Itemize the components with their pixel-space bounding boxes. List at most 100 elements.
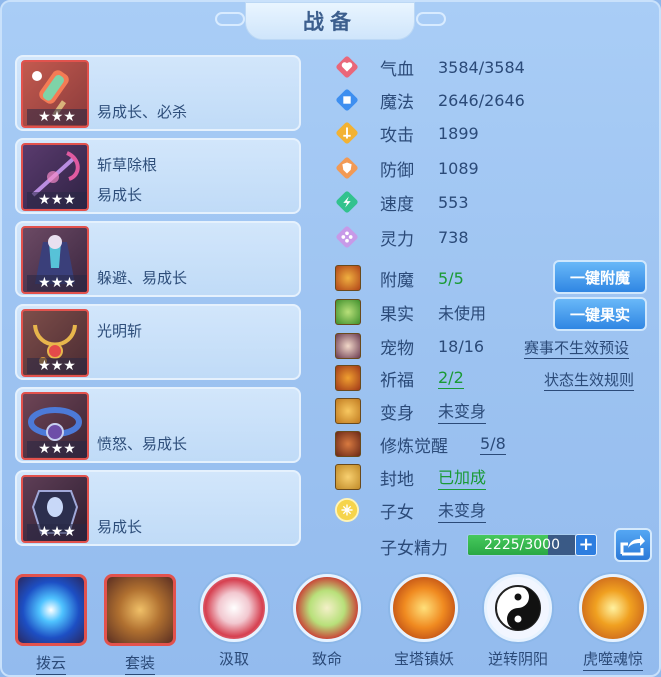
attr-value: 5/5 <box>438 268 464 288</box>
attr-value: 18/16 <box>438 336 485 356</box>
stat-attack: 攻击 1899 <box>335 118 479 148</box>
star-rating: ★★★ <box>27 275 87 291</box>
equipment-traits: 易成长 <box>97 518 143 536</box>
skill-bayun[interactable]: 拨云 <box>14 574 88 675</box>
title-right-ornament <box>416 12 446 26</box>
stat-label: 灵力 <box>380 229 414 250</box>
skill-fatal[interactable]: 致命 <box>290 574 364 674</box>
child-energy-value: 2225/3000 <box>484 537 560 553</box>
equipment-name: 斩草除根 <box>97 156 158 174</box>
stat-value: 553 <box>438 192 469 212</box>
stat-label: 气血 <box>380 59 414 80</box>
stat-value: 2646/2646 <box>438 90 525 110</box>
belt-icon[interactable]: ★★★ <box>21 392 89 460</box>
star-rating: ★★★ <box>27 192 87 208</box>
skill-label: 致命 <box>311 650 342 668</box>
stat-label: 速度 <box>380 194 414 215</box>
skill-label: 套装 <box>124 652 155 675</box>
stat-speed: 速度 553 <box>335 187 469 217</box>
shield-icon <box>335 156 359 180</box>
skill-set[interactable]: 套装 <box>103 574 177 675</box>
pagoda-icon[interactable] <box>390 574 458 642</box>
red-swirl-icon[interactable] <box>200 574 268 642</box>
heart-icon <box>335 55 359 79</box>
page-title-text: 战备 <box>303 10 357 34</box>
stat-value: 1089 <box>438 158 479 178</box>
skill-label: 逆转阴阳 <box>487 650 548 668</box>
skill-absorb[interactable]: 汲取 <box>197 574 271 674</box>
attr-fruit: 果实 未使用 <box>335 297 486 327</box>
child-energy-bar: 2225/3000 <box>467 534 577 556</box>
share-icon <box>620 535 645 556</box>
mana-icon <box>335 88 359 112</box>
stat-spirit: 灵力 738 <box>335 222 469 252</box>
skill-label: 拨云 <box>35 652 66 675</box>
equipment-slot-3[interactable]: ★★★ 躲避、易成长 <box>15 221 301 297</box>
vine-icon[interactable] <box>293 574 361 642</box>
skill-label: 汲取 <box>218 650 249 668</box>
popsicle-icon[interactable]: ★★★ <box>21 60 89 128</box>
equipment-slot-2[interactable]: ★★★ 斩草除根 易成长 <box>15 138 301 214</box>
attr-label: 封地 <box>380 469 414 490</box>
stat-value: 1899 <box>438 123 479 143</box>
stat-defense: 防御 1089 <box>335 153 479 183</box>
attr-value[interactable]: 2/2 <box>438 368 464 389</box>
tiger-icon[interactable] <box>579 574 647 642</box>
attr-value[interactable]: 已加成 <box>438 464 487 490</box>
attr-value[interactable]: 未变身 <box>438 497 487 523</box>
skill-pagoda[interactable]: 宝塔镇妖 <box>387 574 461 674</box>
stat-label: 防御 <box>380 160 414 181</box>
stat-value: 3584/3584 <box>438 57 525 77</box>
equipment-slot-6[interactable]: ★★★ 易成长 <box>15 470 301 546</box>
sword-icon <box>335 121 359 145</box>
robe-icon[interactable]: ★★★ <box>21 226 89 294</box>
equipment-traits: 愤怒、易成长 <box>97 435 188 453</box>
equipment-slot-5[interactable]: ★★★ 愤怒、易成长 <box>15 387 301 463</box>
star-rating: ★★★ <box>27 441 87 457</box>
yinyang-icon[interactable] <box>484 574 552 642</box>
stat-value: 738 <box>438 227 469 247</box>
attr-label: 祈福 <box>380 370 414 391</box>
attr-label: 宠物 <box>380 338 414 359</box>
equipment-traits: 易成长 <box>97 186 143 204</box>
equipment-slot-4[interactable]: ★★★ 光明斩 <box>15 304 301 380</box>
star-rating: ★★★ <box>27 109 87 125</box>
attr-enchant: 附魔 5/5 <box>335 263 464 293</box>
cloud-orb-icon[interactable] <box>15 574 87 646</box>
star-rating: ★★★ <box>27 358 87 374</box>
attr-child: 子女 未变身 <box>335 495 487 525</box>
event-preset-link[interactable]: 赛事不生效预设 <box>524 337 630 359</box>
attr-value[interactable]: 5/8 <box>480 434 506 455</box>
attr-transform: 变身 未变身 <box>335 396 487 426</box>
status-rules-link[interactable]: 状态生效规则 <box>544 369 635 391</box>
seal-icon <box>335 464 361 490</box>
attr-label: 修炼觉醒 <box>380 436 448 457</box>
skill-yinyang[interactable]: 逆转阴阳 <box>481 574 555 674</box>
equipment-list: ★★★ 易成长、必杀 ★★★ 斩草除根 易成长 ★★★ 躲避、易成长 ★★★ 光… <box>15 55 303 553</box>
one-click-enchant-button[interactable]: 一键附魔 <box>553 260 647 294</box>
stat-label: 攻击 <box>380 125 414 146</box>
pet-icon <box>335 333 361 359</box>
stat-label: 魔法 <box>380 92 414 113</box>
fruit-icon <box>335 299 361 325</box>
speed-icon <box>335 190 359 214</box>
add-energy-button[interactable]: + <box>575 534 597 556</box>
stat-mp: 魔法 2646/2646 <box>335 85 525 115</box>
one-click-fruit-button[interactable]: 一键果实 <box>553 297 647 331</box>
attr-seal: 封地 已加成 <box>335 462 487 492</box>
necklace-icon[interactable]: ★★★ <box>21 309 89 377</box>
attr-awaken: 修炼觉醒 5/8 <box>335 429 506 459</box>
bronze-vessel-icon[interactable] <box>104 574 176 646</box>
share-button[interactable] <box>614 528 652 562</box>
attr-value[interactable]: 未变身 <box>438 398 487 424</box>
equipment-traits: 易成长、必杀 <box>97 103 188 121</box>
scythe-icon[interactable]: ★★★ <box>21 143 89 211</box>
stat-hp: 气血 3584/3584 <box>335 52 525 82</box>
attr-label: 果实 <box>380 304 414 325</box>
child-icon <box>335 498 359 522</box>
star-rating: ★★★ <box>27 524 87 540</box>
equipment-slot-1[interactable]: ★★★ 易成长、必杀 <box>15 55 301 131</box>
armor-icon[interactable]: ★★★ <box>21 475 89 543</box>
skill-tiger[interactable]: 虎噬魂惊 <box>576 574 650 674</box>
spirit-icon <box>335 225 359 249</box>
